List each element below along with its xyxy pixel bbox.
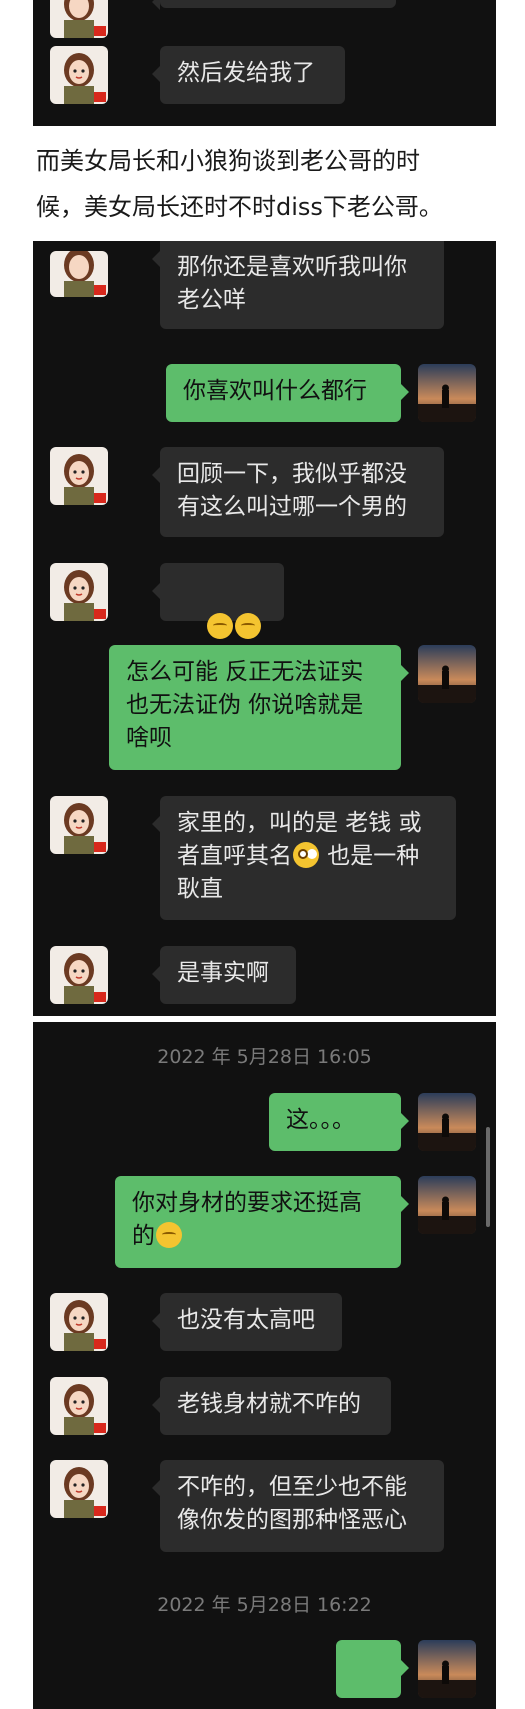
message-bubble-outgoing[interactable]: 怎么可能 反正无法证实 也无法证伪 你说啥就是 啥呗	[109, 645, 409, 770]
message-bubble[interactable]: 家里的，叫的是 老钱 或 者直呼其名 也是一种 耿直	[152, 796, 456, 920]
female-avatar[interactable]	[50, 1377, 108, 1435]
message-bubble-emojis[interactable]	[152, 563, 284, 672]
scrollbar-thumb[interactable]	[486, 1127, 490, 1227]
message-bubble-outgoing-emoji[interactable]	[336, 1640, 409, 1698]
message-bubble-outgoing[interactable]: 这。。。	[269, 1093, 409, 1151]
message-bubble-outgoing[interactable]: 你喜欢叫什么都行	[166, 364, 409, 422]
chat-panel-top: 然后发给我了	[33, 0, 496, 126]
female-avatar[interactable]	[50, 46, 108, 104]
narration-line-2: 候，美女局长还时不时diss下老公哥。	[36, 193, 443, 221]
female-avatar[interactable]	[50, 0, 108, 38]
sleepy-face-emoji-icon	[235, 613, 262, 639]
message-bubble[interactable]: 回顾一下，我似乎都没 有这么叫过哪一个男的	[152, 447, 444, 537]
male-avatar[interactable]	[418, 1640, 476, 1698]
message-bubble[interactable]: 那你还是喜欢听我叫你 老公咩	[152, 241, 444, 329]
male-avatar[interactable]	[418, 1176, 476, 1234]
female-avatar[interactable]	[50, 796, 108, 854]
message-bubble-cropped[interactable]	[152, 0, 396, 10]
chat-panel-bottom: 2022 年 5月28日 16:05 这。。。 你对身材的要求还挺高 的 也没有…	[33, 1022, 496, 1709]
male-avatar[interactable]	[418, 645, 476, 703]
female-avatar[interactable]	[50, 1293, 108, 1351]
female-avatar[interactable]	[50, 1460, 108, 1518]
face-savoring-food-emoji-icon	[156, 1222, 182, 1248]
message-bubble[interactable]: 不咋的，但至少也不能 像你发的图那种怪恶心	[152, 1460, 444, 1552]
chat-panel-middle: 那你还是喜欢听我叫你 老公咩 你喜欢叫什么都行 回顾一下，我似乎都没 有这么叫过…	[33, 241, 496, 1016]
message-bubble[interactable]: 老钱身材就不咋的	[152, 1377, 391, 1435]
male-avatar[interactable]	[418, 1093, 476, 1151]
message-bubble-outgoing[interactable]: 你对身材的要求还挺高 的	[115, 1176, 409, 1268]
flushed-face-emoji-icon	[293, 842, 319, 868]
sleepy-face-emoji-icon	[207, 613, 234, 639]
message-bubble[interactable]: 也没有太高吧	[152, 1293, 342, 1351]
male-avatar[interactable]	[418, 364, 476, 422]
chat-timestamp: 2022 年 5月28日 16:22	[157, 1594, 372, 1616]
narration-line-1: 而美女局长和小狼狗谈到老公哥的时	[36, 147, 420, 175]
female-avatar[interactable]	[50, 946, 108, 1004]
message-bubble[interactable]: 然后发给我了	[152, 46, 345, 104]
message-bubble[interactable]: 是事实啊	[152, 946, 296, 1004]
female-avatar[interactable]	[50, 563, 108, 621]
chat-timestamp: 2022 年 5月28日 16:05	[157, 1046, 372, 1068]
female-avatar[interactable]	[50, 251, 108, 297]
female-avatar[interactable]	[50, 447, 108, 505]
